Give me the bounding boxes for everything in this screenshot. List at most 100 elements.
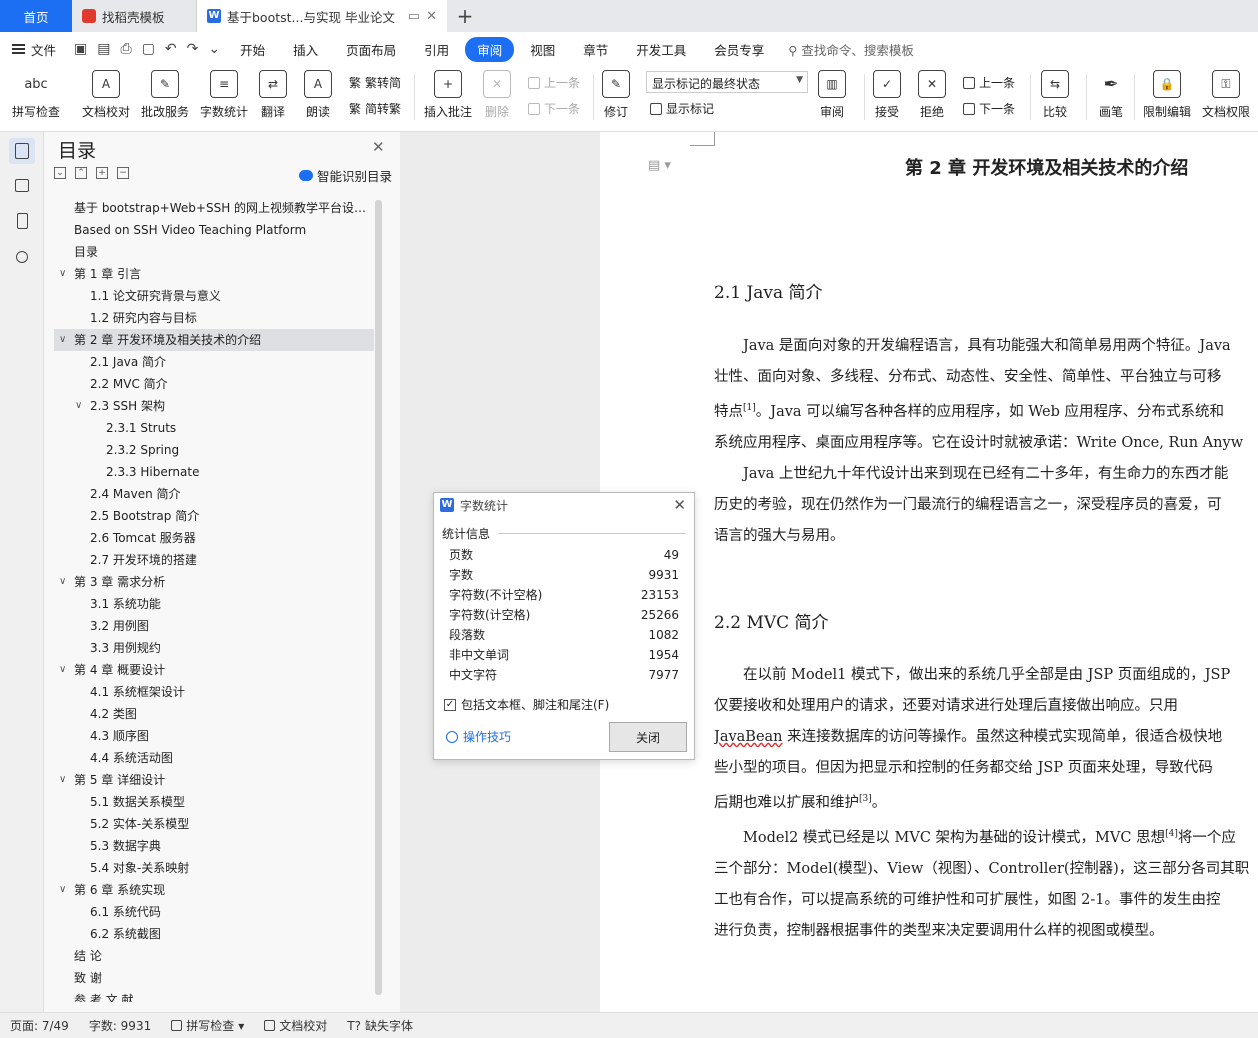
toc-item[interactable]: ∨ 第 1 章 引言 [54, 263, 374, 285]
toc-item[interactable]: 4.2 类图 [54, 703, 374, 725]
toc-item[interactable]: 2.3.2 Spring [54, 439, 374, 461]
chapter-nav-button[interactable] [9, 172, 35, 198]
review-pane-button[interactable]: ▥ 审阅 [818, 70, 846, 120]
toc-item[interactable]: 6.1 系统代码 [54, 901, 374, 923]
save-icon[interactable]: ▣ [74, 41, 87, 57]
toc-item[interactable]: 2.4 Maven 简介 [54, 483, 374, 505]
toc-item[interactable]: 5.1 数据关系模型 [54, 791, 374, 813]
toc-item[interactable]: 3.2 用例图 [54, 615, 374, 637]
toc-item[interactable]: 目录 [54, 241, 374, 263]
toc-item[interactable]: 2.6 Tomcat 服务器 [54, 527, 374, 549]
next-change-button[interactable]: 下一条 [963, 100, 1015, 117]
print-icon[interactable]: ⎙ [120, 41, 131, 57]
file-menu[interactable]: 文件 [0, 40, 68, 59]
toc-item[interactable]: 6.2 系统截图 [54, 923, 374, 945]
chevron-down-icon[interactable]: ∨ [59, 769, 66, 791]
trad-to-simp-button[interactable]: 繁繁转简 [349, 74, 401, 91]
menu-devtools[interactable]: 开发工具 [624, 37, 698, 62]
compare-button[interactable]: ⇆ 比较 [1041, 70, 1069, 120]
toc-item[interactable]: 2.5 Bootstrap 简介 [54, 505, 374, 527]
spellcheck-status[interactable]: 拼写检查 ▾ [161, 1017, 254, 1034]
doc-rights-button[interactable]: ⚿ 文档权限 [1202, 70, 1250, 120]
preview-icon[interactable]: ▢ [142, 41, 155, 57]
bookmark-button[interactable] [9, 208, 35, 234]
insert-comment-button[interactable]: + 插入批注 [424, 70, 472, 120]
undo-icon[interactable]: ↶ [165, 41, 177, 57]
add-heading-icon[interactable]: + [96, 167, 108, 179]
menu-start[interactable]: 开始 [228, 37, 277, 62]
toc-item[interactable]: Based on SSH Video Teaching Platform [54, 219, 374, 241]
toc-item[interactable]: 结 论 [54, 945, 374, 967]
toc-item[interactable]: 3.3 用例规约 [54, 637, 374, 659]
toc-item[interactable]: ∨ 第 4 章 概要设计 [54, 659, 374, 681]
menu-insert[interactable]: 插入 [281, 37, 330, 62]
chevron-down-icon[interactable]: ∨ [59, 329, 66, 351]
missing-font-status[interactable]: T? 缺失字体 [337, 1017, 423, 1034]
toc-item[interactable]: 致 谢 [54, 967, 374, 989]
tips-link[interactable]: 操作技巧 [446, 728, 511, 745]
menu-member[interactable]: 会员专享 [702, 37, 776, 62]
word-count-button[interactable]: ≡ 字数统计 [200, 70, 248, 120]
chevron-down-icon[interactable]: ∨ [59, 263, 66, 285]
toc-item[interactable]: 5.3 数据字典 [54, 835, 374, 857]
toc-item[interactable]: ∨ 第 2 章 开发环境及相关技术的介绍 [54, 329, 374, 351]
tab-pin-icon[interactable]: ▭ [408, 9, 420, 24]
review-service-button[interactable]: ✎ 批改服务 [141, 70, 189, 120]
toc-item[interactable]: ∨ 第 6 章 系统实现 [54, 879, 374, 901]
prev-change-button[interactable]: 上一条 [963, 74, 1015, 91]
toc-item[interactable]: 4.3 顺序图 [54, 725, 374, 747]
toc-item[interactable]: 1.2 研究内容与目标 [54, 307, 374, 329]
smart-toc-button[interactable]: 智能识别目录 [299, 166, 392, 185]
toc-scrollbar[interactable] [375, 200, 382, 995]
tab-close-icon[interactable]: ✕ [426, 9, 437, 24]
tab-find-template[interactable]: 找稻壳模板 [72, 0, 197, 32]
command-search[interactable]: ⚲ 查找命令、搜索模板 [788, 40, 914, 59]
dialog-title-bar[interactable]: W 字数统计 [434, 493, 694, 517]
include-textbox-checkbox[interactable]: ✓ 包括文本框、脚注和尾注(F) [444, 696, 609, 713]
toc-item[interactable]: 4.1 系统框架设计 [54, 681, 374, 703]
chevron-down-icon[interactable]: ∨ [59, 659, 66, 681]
toc-item[interactable]: 1.1 论文研究背景与意义 [54, 285, 374, 307]
prev-comment-button[interactable]: 上一条 [528, 74, 580, 91]
page-indicator[interactable]: 页面: 7/49 [0, 1017, 79, 1034]
toc-item[interactable]: 2.3.3 Hibernate [54, 461, 374, 483]
chevron-down-icon[interactable]: ∨ [59, 571, 66, 593]
menu-review[interactable]: 审阅 [465, 36, 515, 62]
toc-item[interactable]: 3.1 系统功能 [54, 593, 374, 615]
toc-item[interactable]: ∨ 2.3 SSH 架构 [54, 395, 374, 417]
show-markup-button[interactable]: 显示标记 [650, 100, 714, 117]
redo-icon[interactable]: ↷ [187, 41, 199, 57]
tab-document[interactable]: W 基于bootst...与实现 毕业论文 ▭ ✕ [197, 0, 447, 32]
toc-panel-button[interactable] [9, 138, 35, 164]
toc-item[interactable]: 5.2 实体-关系模型 [54, 813, 374, 835]
toc-item[interactable]: ∨ 第 3 章 需求分析 [54, 571, 374, 593]
close-icon[interactable]: ✕ [372, 138, 385, 156]
reject-button[interactable]: ✕ 拒绝 [918, 70, 946, 120]
simp-to-trad-button[interactable]: 繁简转繁 [349, 100, 401, 117]
search-button[interactable] [9, 244, 35, 270]
doc-proof-status[interactable]: 文档校对 [254, 1017, 337, 1034]
toc-item[interactable]: 基于 bootstrap+Web+SSH 的网上视频教学平台设计与实现 [54, 197, 374, 219]
doc-proof-button[interactable]: A 文档校对 [82, 70, 130, 120]
read-aloud-button[interactable]: A 朗读 [304, 70, 332, 120]
track-changes-button[interactable]: ✎ 修订 [602, 70, 630, 120]
toc-item[interactable]: 参 考 文 献 [54, 989, 374, 1002]
toc-item[interactable]: 2.3.1 Struts [54, 417, 374, 439]
new-tab-button[interactable]: + [447, 0, 483, 32]
spellcheck-button[interactable]: abc 拼写检查 [12, 70, 60, 120]
menu-view[interactable]: 视图 [518, 37, 567, 62]
more-icon[interactable]: ⌄ [208, 41, 220, 57]
translate-button[interactable]: ⇄ 翻译 [259, 70, 287, 120]
pen-button[interactable]: ✒ 画笔 [1097, 70, 1125, 120]
toc-item[interactable]: 2.2 MVC 简介 [54, 373, 374, 395]
markup-state-select[interactable]: 显示标记的最终状态 ▼ [646, 71, 808, 93]
toc-item[interactable]: ∨ 第 5 章 详细设计 [54, 769, 374, 791]
tab-home[interactable]: 首页 [0, 0, 72, 32]
paragraph-menu-icon[interactable]: ▤ ▾ [648, 158, 671, 173]
collapse-all-icon[interactable]: ⌄ [54, 167, 66, 179]
close-button[interactable]: 关闭 [609, 722, 687, 752]
chevron-down-icon[interactable]: ∨ [75, 395, 82, 417]
toc-item[interactable]: 5.4 对象-关系映射 [54, 857, 374, 879]
toc-item[interactable]: 2.7 开发环境的搭建 [54, 549, 374, 571]
delete-comment-button[interactable]: ✕ 删除 [483, 70, 511, 120]
